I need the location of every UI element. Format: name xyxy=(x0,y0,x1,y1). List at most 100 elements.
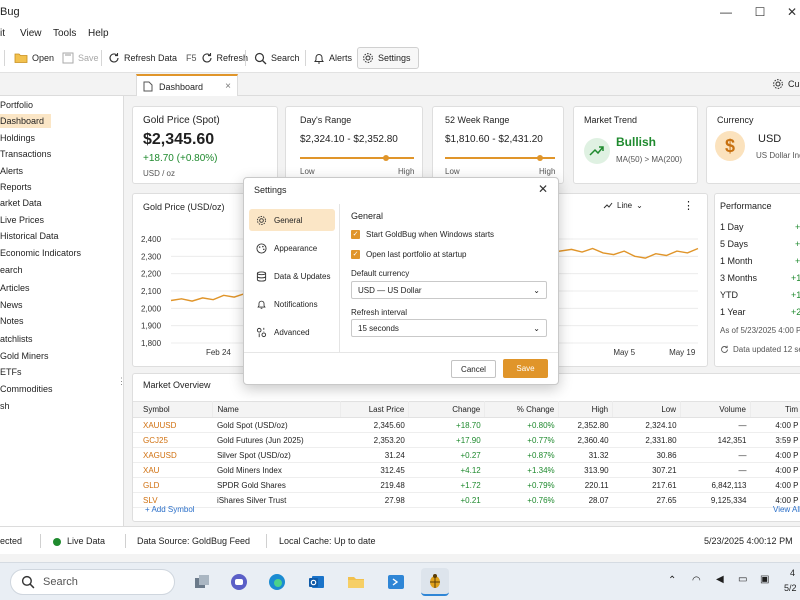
sidebar-item-portfolio[interactable]: Portfolio xyxy=(0,98,40,112)
sidebar-item-economic-indicators[interactable]: Economic Indicators xyxy=(0,246,81,260)
close-icon[interactable]: ✕ xyxy=(538,182,548,196)
col-low[interactable]: Low xyxy=(612,401,682,418)
cell-last-price: 2,353.20 xyxy=(340,432,409,448)
toolbar-separator xyxy=(4,50,5,66)
notification-icon[interactable]: ▣ xyxy=(760,574,769,585)
save-button[interactable]: Save xyxy=(503,359,548,378)
edge-icon[interactable] xyxy=(263,568,291,596)
chevron-down-icon: ⌄ xyxy=(533,323,540,333)
add-symbol-link[interactable]: + Add Symbol xyxy=(145,505,195,514)
settings-nav-general[interactable]: General xyxy=(249,209,335,231)
tab-dashboard[interactable]: Dashboard × xyxy=(136,74,238,97)
taskbar-search-label: Search xyxy=(43,576,78,588)
alerts-button[interactable]: Alerts xyxy=(309,47,356,69)
menu-tools[interactable]: Tools xyxy=(53,28,76,39)
cell-change: +0.27 xyxy=(408,447,485,463)
settings-nav-data-updates-label: Data & Updates xyxy=(274,271,331,281)
task-view-icon[interactable] xyxy=(188,568,216,596)
maximize-button[interactable]: ☐ xyxy=(750,4,770,20)
menu-help[interactable]: Help xyxy=(88,28,109,39)
col-pct-change[interactable]: % Change xyxy=(484,401,560,418)
search-button[interactable]: Search xyxy=(250,47,304,69)
sidebar-item-market-data[interactable]: arket Data xyxy=(0,196,42,210)
perf-value-1d: + xyxy=(795,222,800,232)
cell-symbol[interactable]: GCJ25 xyxy=(133,432,213,448)
gold-price-change: +18.70 (+0.80%) xyxy=(143,153,218,164)
customize-button[interactable]: Cu xyxy=(772,78,800,90)
refresh-interval-select[interactable]: 15 seconds ⌄ xyxy=(351,319,547,337)
default-currency-select[interactable]: USD — US Dollar ⌄ xyxy=(351,281,547,299)
tray-chevron-up-icon[interactable]: ⌃ xyxy=(668,575,676,586)
menu-edit[interactable]: it xyxy=(0,28,5,39)
settings-nav-advanced[interactable]: Advanced xyxy=(249,321,335,343)
settings-button[interactable]: Settings xyxy=(357,47,419,69)
settings-nav-data-updates[interactable]: Data & Updates xyxy=(249,265,335,287)
cell-symbol[interactable]: GLD xyxy=(133,477,213,493)
col-last-price[interactable]: Last Price xyxy=(340,401,410,418)
settings-nav-notifications[interactable]: Notifications xyxy=(249,293,335,315)
tab-close-icon[interactable]: × xyxy=(225,81,231,92)
cell-low: 30.86 xyxy=(612,447,681,463)
table-row[interactable]: SLV iShares Silver Trust 27.98 +0.21 +0.… xyxy=(133,492,800,508)
sidebar-item-cash[interactable]: sh xyxy=(0,399,10,413)
sidebar-item-news[interactable]: News xyxy=(0,298,23,312)
refresh-label: Refresh xyxy=(216,53,249,63)
start-with-windows-checkbox[interactable]: ✓ Start GoldBug when Windows starts xyxy=(351,230,494,239)
col-symbol[interactable]: Symbol xyxy=(133,401,214,418)
col-name[interactable]: Name xyxy=(212,401,342,418)
sidebar-item-reports[interactable]: Reports xyxy=(0,180,32,194)
close-window-button[interactable]: ✕ xyxy=(782,4,800,20)
table-row[interactable]: XAUUSD Gold Spot (USD/oz) 2,345.60 +18.7… xyxy=(133,417,800,433)
file-explorer-icon[interactable] xyxy=(342,568,370,596)
col-time[interactable]: Tim xyxy=(750,401,800,418)
table-row[interactable]: GLD SPDR Gold Shares 219.48 +1.72 +0.79%… xyxy=(133,477,800,493)
cell-symbol[interactable]: XAGUSD xyxy=(133,447,213,463)
battery-icon[interactable]: ▭ xyxy=(738,574,747,585)
cell-high: 220.11 xyxy=(558,477,613,493)
clock-time[interactable]: 4 xyxy=(790,568,795,578)
settings-nav-appearance[interactable]: Appearance xyxy=(249,237,335,259)
table-row[interactable]: XAGUSD Silver Spot (USD/oz) 31.24 +0.27 … xyxy=(133,447,800,463)
taskbar-search[interactable]: Search xyxy=(10,569,175,595)
col-high[interactable]: High xyxy=(558,401,614,418)
minimize-button[interactable]: — xyxy=(716,4,736,20)
open-button[interactable]: Open xyxy=(10,47,58,69)
market-trend-title: Market Trend xyxy=(584,115,638,125)
table-row[interactable]: GCJ25 Gold Futures (Jun 2025) 2,353.20 +… xyxy=(133,432,800,448)
goldbug-app-icon[interactable] xyxy=(421,568,449,596)
sidebar-item-holdings[interactable]: Holdings xyxy=(0,131,35,145)
customize-label: Cu xyxy=(788,79,800,89)
refresh-button[interactable]: F5 Refresh xyxy=(182,47,252,69)
open-last-portfolio-checkbox[interactable]: ✓ Open last portfolio at startup xyxy=(351,250,467,259)
save-button[interactable]: Save xyxy=(58,47,103,69)
sidebar-item-transactions[interactable]: Transactions xyxy=(0,147,51,161)
clock-date[interactable]: 5/2 xyxy=(784,583,797,593)
menu-view[interactable]: View xyxy=(20,28,42,39)
cell-symbol[interactable]: XAUUSD xyxy=(133,417,213,433)
refresh-data-button[interactable]: Refresh Data xyxy=(104,47,181,69)
sidebar-item-dashboard[interactable]: Dashboard xyxy=(0,114,51,128)
sidebar-item-alerts[interactable]: Alerts xyxy=(0,164,23,178)
teams-icon[interactable] xyxy=(225,568,253,596)
table-row[interactable]: XAU Gold Miners Index 312.45 +4.12 +1.34… xyxy=(133,462,800,478)
cell-symbol[interactable]: XAU xyxy=(133,462,213,478)
sidebar-item-commodities[interactable]: Commodities xyxy=(0,382,53,396)
col-change[interactable]: Change xyxy=(408,401,486,418)
cell-volume: 142,351 xyxy=(680,432,751,448)
cancel-button[interactable]: Cancel xyxy=(451,360,496,378)
wifi-icon[interactable]: ◠ xyxy=(692,575,701,586)
sidebar-item-live-prices[interactable]: Live Prices xyxy=(0,213,44,227)
remote-desktop-icon[interactable] xyxy=(382,568,410,596)
outlook-icon[interactable] xyxy=(303,568,331,596)
sidebar-item-articles[interactable]: Articles xyxy=(0,281,30,295)
sidebar-item-etfs[interactable]: ETFs xyxy=(0,365,22,379)
sidebar-item-watchlists[interactable]: atchlists xyxy=(0,332,33,346)
col-volume[interactable]: Volume xyxy=(680,401,751,418)
sidebar-item-historical-data[interactable]: Historical Data xyxy=(0,229,59,243)
volume-icon[interactable]: ◀ xyxy=(716,574,724,585)
sidebar-item-gold-miners[interactable]: Gold Miners xyxy=(0,349,49,363)
sidebar-item-notes[interactable]: Notes xyxy=(0,314,24,328)
sidebar-item-research[interactable]: earch xyxy=(0,263,23,277)
view-all-link[interactable]: View All xyxy=(773,505,800,514)
table-header-row: Symbol Name Last Price Change % Change H… xyxy=(133,401,800,418)
